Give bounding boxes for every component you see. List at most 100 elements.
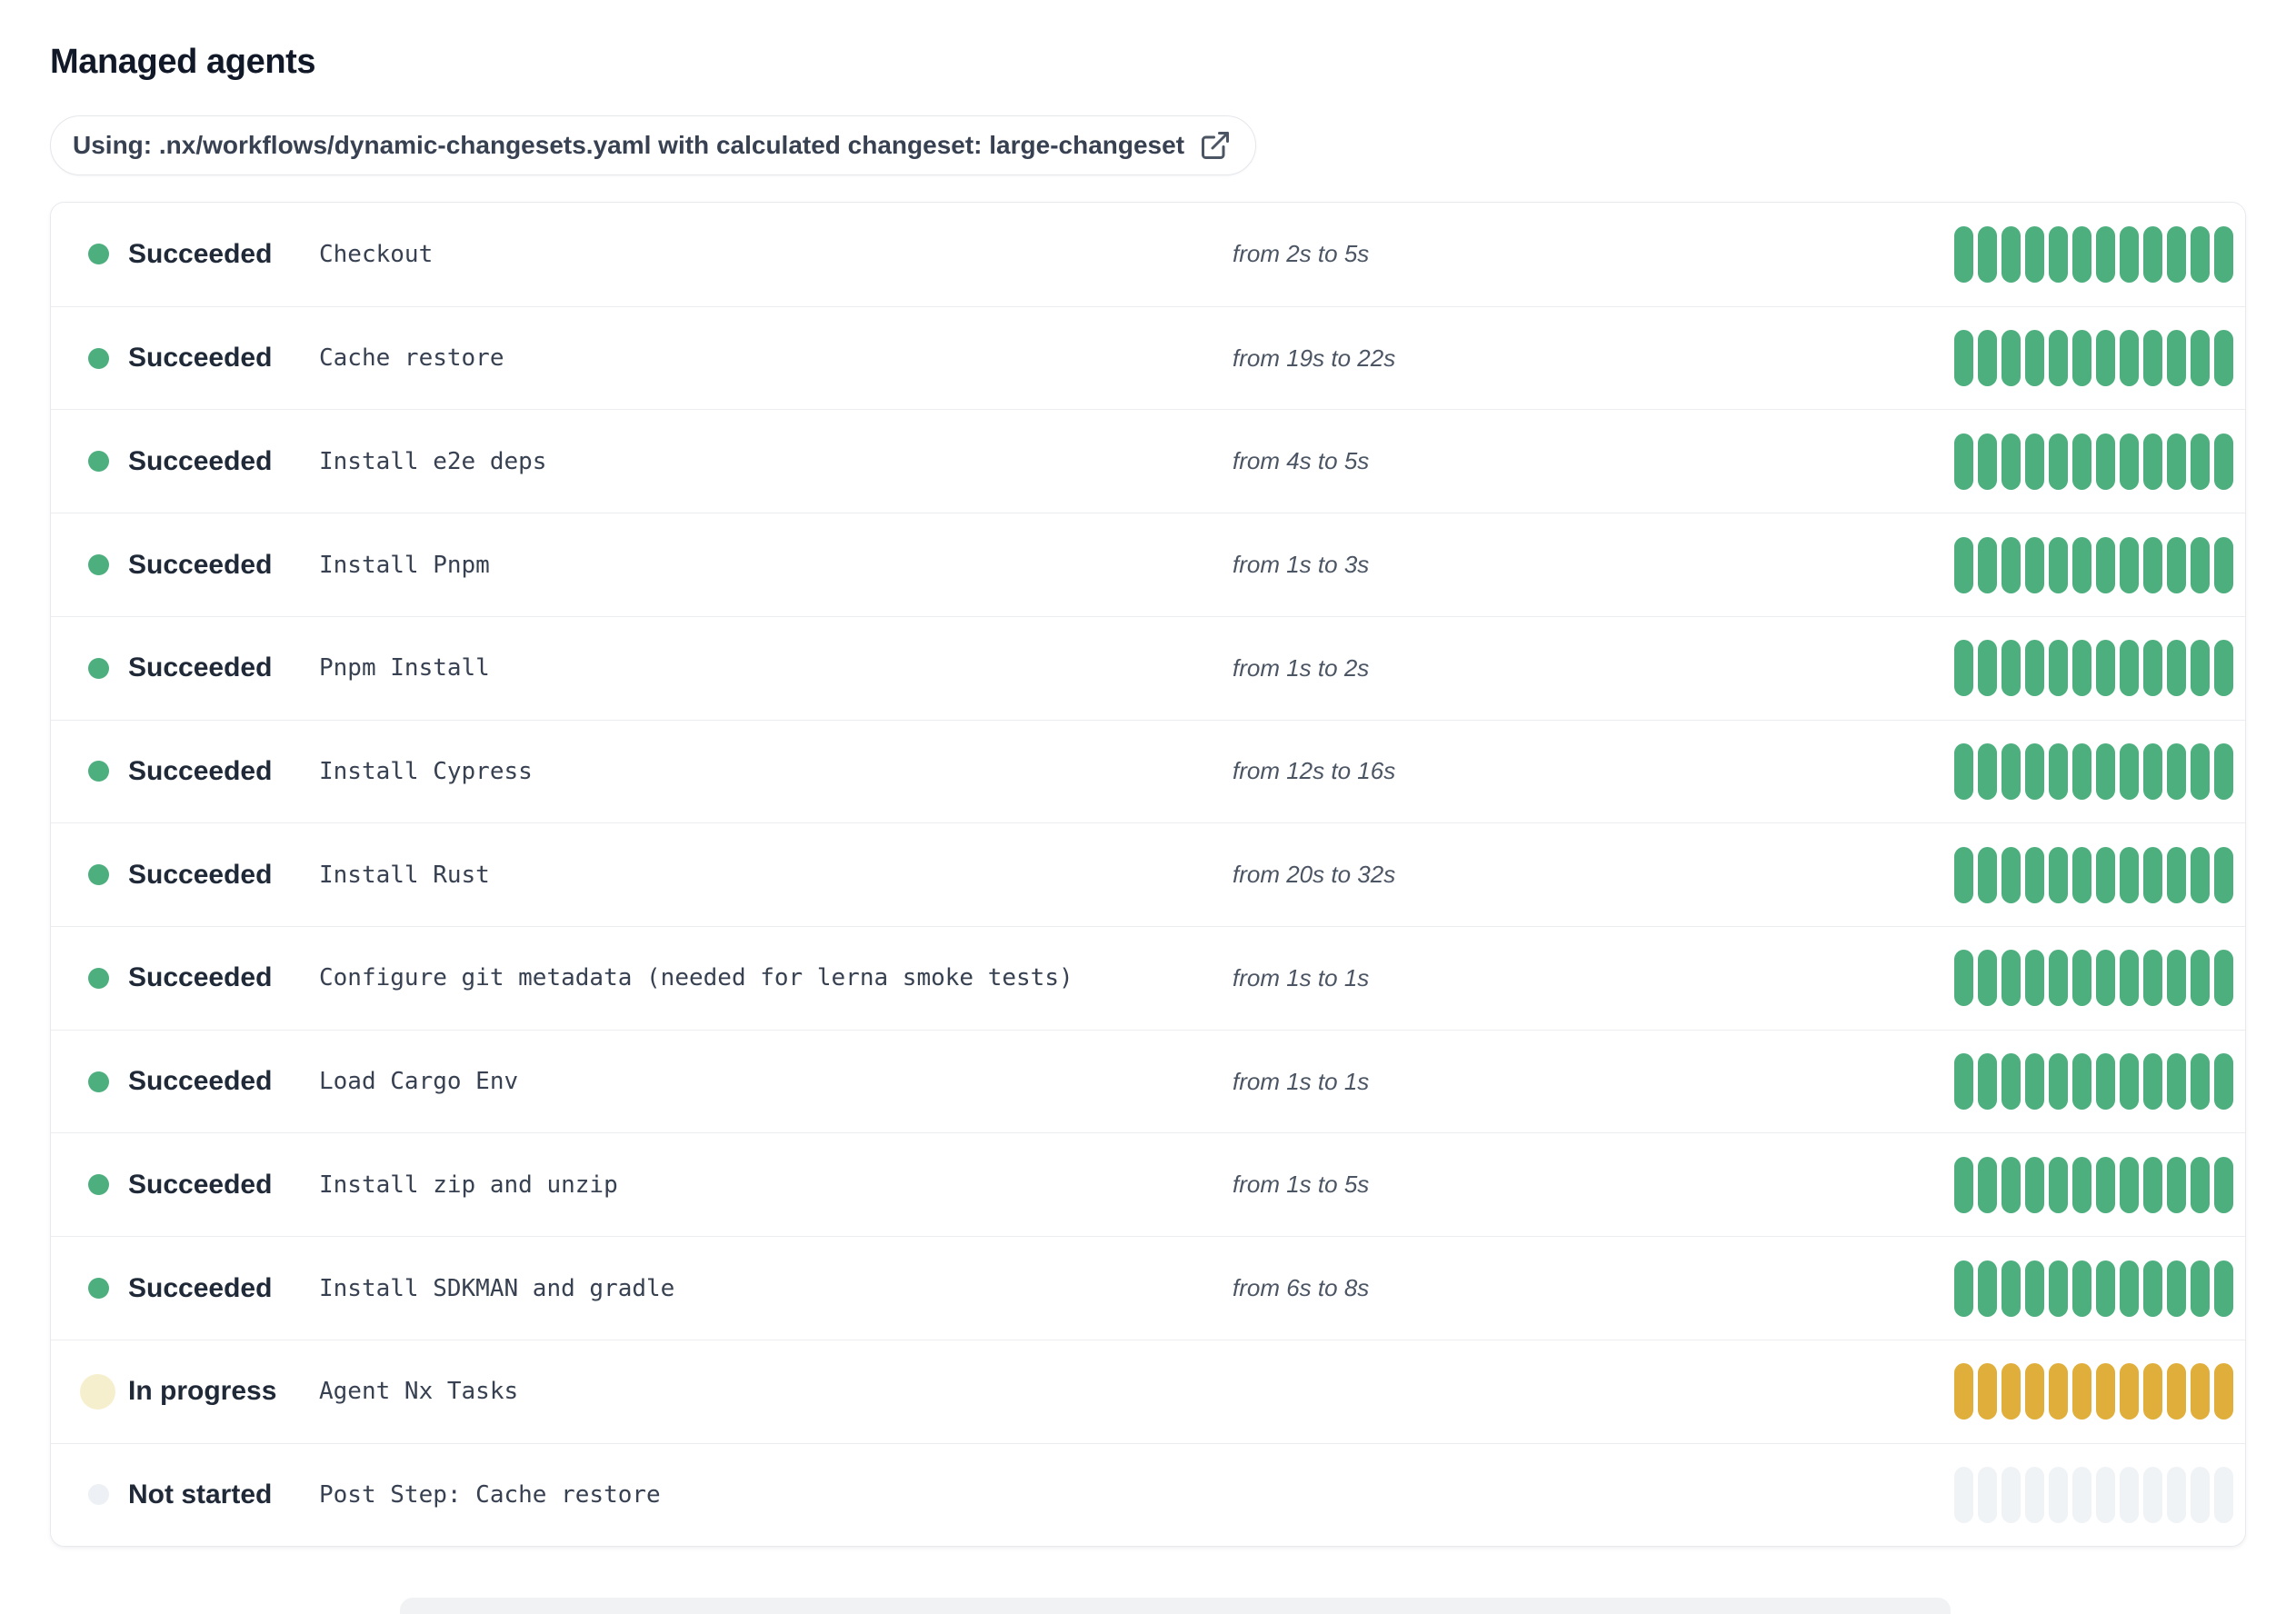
- step-row[interactable]: Succeeded Install Pnpm from 1s to 3s: [51, 513, 2245, 616]
- progress-segment: [1978, 950, 1997, 1007]
- progress-segment: [2167, 950, 2186, 1007]
- status-label: Succeeded: [128, 859, 273, 890]
- progress-segment: [2143, 536, 2162, 593]
- step-name: Install Pnpm: [319, 551, 490, 579]
- progress-segment: [2072, 536, 2091, 593]
- progress-segment: [2072, 330, 2091, 387]
- progress-segments: [1954, 640, 2233, 697]
- progress-segment: [2025, 1156, 2044, 1213]
- status-dot: [87, 967, 128, 989]
- step-row[interactable]: Succeeded Install SDKMAN and gradle from…: [51, 1236, 2245, 1340]
- progress-segment: [2214, 330, 2233, 387]
- status-dot: [87, 347, 128, 369]
- progress-segment: [2072, 225, 2091, 283]
- step-name: Install e2e deps: [319, 447, 547, 475]
- step-row[interactable]: Succeeded Load Cargo Env from 1s to 1s: [51, 1029, 2245, 1133]
- progress-segment: [1954, 1363, 1973, 1420]
- status-dot: [87, 761, 128, 782]
- progress-segments: [1954, 950, 2233, 1007]
- step-duration: from 12s to 16s: [1233, 757, 1396, 785]
- progress-segment: [2049, 225, 2068, 283]
- progress-segment: [2049, 950, 2068, 1007]
- next-section-peek: [400, 1598, 1951, 1614]
- progress-segments: [1954, 846, 2233, 903]
- progress-segments: [1954, 1363, 2233, 1420]
- workflow-config-pill[interactable]: Using: .nx/workflows/dynamic-changesets.…: [50, 115, 1257, 175]
- progress-segment: [2167, 433, 2186, 490]
- step-duration: from 1s to 5s: [1233, 1171, 1370, 1199]
- step-row[interactable]: Succeeded Install Cypress from 12s to 16…: [51, 719, 2245, 823]
- status-dot: [80, 1373, 128, 1410]
- step-row[interactable]: Succeeded Install e2e deps from 4s to 5s: [51, 409, 2245, 513]
- step-name: Agent Nx Tasks: [319, 1378, 519, 1406]
- external-link-icon: [1199, 129, 1232, 162]
- progress-segment: [2214, 1260, 2233, 1317]
- progress-segment: [1954, 640, 1973, 697]
- progress-segment: [1978, 1363, 1997, 1420]
- step-name: Checkout: [319, 240, 434, 268]
- step-name: Install Cypress: [319, 757, 533, 785]
- step-row[interactable]: Succeeded Install zip and unzip from 1s …: [51, 1132, 2245, 1237]
- progress-segment: [2002, 433, 2021, 490]
- progress-segment: [2120, 950, 2139, 1007]
- status-label: Succeeded: [128, 445, 273, 476]
- progress-segment: [2120, 1363, 2139, 1420]
- progress-segment: [1954, 330, 1973, 387]
- progress-segment: [1978, 1260, 1997, 1317]
- progress-segment: [2096, 742, 2115, 800]
- progress-segment: [2025, 330, 2044, 387]
- progress-segment: [1978, 536, 1997, 593]
- progress-segment: [2096, 950, 2115, 1007]
- progress-segment: [2049, 1466, 2068, 1523]
- step-row[interactable]: Not started Post Step: Cache restore: [51, 1442, 2245, 1546]
- step-duration: from 4s to 5s: [1233, 447, 1370, 475]
- status-dot: [87, 1174, 128, 1196]
- managed-agents-page: Managed agents Using: .nx/workflows/dyna…: [0, 42, 2296, 1614]
- progress-segment: [2002, 1156, 2021, 1213]
- step-row[interactable]: Succeeded Cache restore from 19s to 22s: [51, 305, 2245, 410]
- step-row[interactable]: Succeeded Pnpm Install from 1s to 2s: [51, 615, 2245, 720]
- progress-segment: [2214, 536, 2233, 593]
- status-label: In progress: [128, 1376, 277, 1407]
- progress-segment: [2002, 1466, 2021, 1523]
- progress-segment: [2143, 1363, 2162, 1420]
- step-row[interactable]: Succeeded Configure git metadata (needed…: [51, 926, 2245, 1030]
- progress-segment: [2025, 1053, 2044, 1111]
- status-label: Succeeded: [128, 549, 273, 580]
- progress-segment: [1978, 1053, 1997, 1111]
- status-label: Not started: [128, 1479, 273, 1509]
- progress-segment: [1954, 742, 1973, 800]
- status-label: Succeeded: [128, 1169, 273, 1200]
- progress-segment: [2214, 1363, 2233, 1420]
- progress-segment: [2214, 433, 2233, 490]
- progress-segment: [2191, 640, 2210, 697]
- step-name: Load Cargo Env: [319, 1068, 519, 1096]
- progress-segment: [2191, 742, 2210, 800]
- progress-segments: [1954, 742, 2233, 800]
- progress-segments: [1954, 433, 2233, 490]
- step-name: Install zip and unzip: [319, 1171, 618, 1199]
- progress-segment: [2191, 1466, 2210, 1523]
- progress-segment: [2096, 330, 2115, 387]
- progress-segment: [2120, 846, 2139, 903]
- progress-segment: [2002, 846, 2021, 903]
- progress-segment: [1954, 536, 1973, 593]
- progress-segment: [2214, 1053, 2233, 1111]
- progress-segment: [2049, 536, 2068, 593]
- status-dot: [87, 1278, 128, 1300]
- step-name: Configure git metadata (needed for lerna…: [319, 964, 1073, 992]
- workflow-config-label: Using: .nx/workflows/dynamic-changesets.…: [73, 131, 1185, 159]
- progress-segment: [2143, 1466, 2162, 1523]
- step-row[interactable]: Succeeded Checkout from 2s to 5s: [51, 203, 2245, 306]
- progress-segment: [2025, 1260, 2044, 1317]
- step-row[interactable]: Succeeded Install Rust from 20s to 32s: [51, 822, 2245, 927]
- progress-segment: [2143, 1053, 2162, 1111]
- progress-segment: [2214, 1156, 2233, 1213]
- progress-segment: [2191, 1156, 2210, 1213]
- progress-segment: [2025, 536, 2044, 593]
- progress-segment: [2096, 225, 2115, 283]
- step-row[interactable]: In progress Agent Nx Tasks: [51, 1339, 2245, 1443]
- progress-segments: [1954, 1053, 2233, 1111]
- progress-segment: [2096, 536, 2115, 593]
- progress-segment: [2002, 1363, 2021, 1420]
